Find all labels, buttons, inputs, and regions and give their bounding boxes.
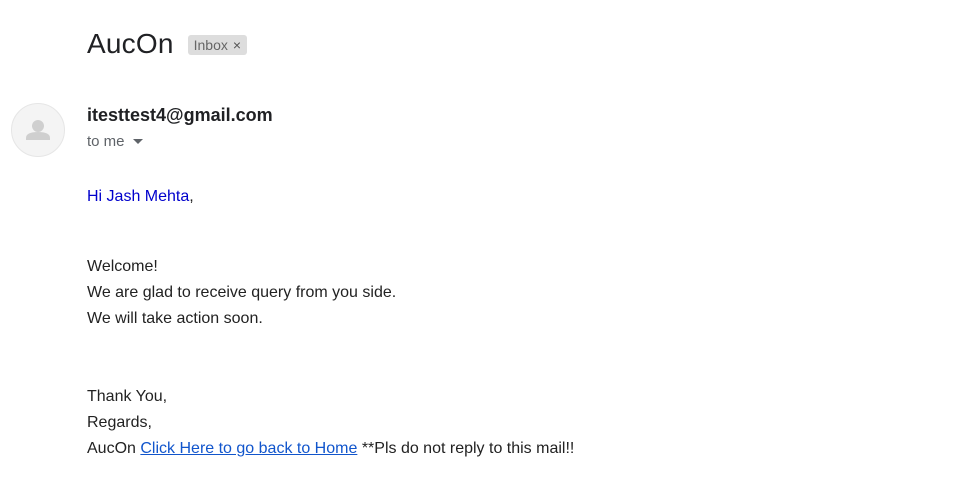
greeting-line: Hi Jash Mehta, [87,184,574,210]
avatar[interactable] [11,103,65,157]
email-subject: AucOn [87,28,174,59]
label-text: Inbox [193,36,228,53]
footer-note: **Pls do not reply to this mail!! [361,440,575,457]
greeting-punct: , [189,188,194,205]
recipient-details-toggle[interactable]: to me [87,133,143,150]
body-line-welcome: Welcome! [87,258,158,275]
sender-address[interactable]: itesttest4@gmail.com [87,105,273,126]
closing-thank-you: Thank You, [87,388,168,405]
body-line-glad: We are glad to receive query from you si… [87,284,397,301]
email-body: Hi Jash Mehta, Welcome! We are glad to r… [87,184,574,462]
subject-row: AucOn Inbox × [87,28,248,60]
person-icon [26,120,50,140]
signature-name: AucOn [87,440,136,457]
greeting-name: Hi Jash Mehta [87,188,190,205]
closing-regards: Regards, [87,414,152,431]
chevron-down-icon[interactable] [132,139,143,144]
body-line-action: We will take action soon. [87,310,263,327]
inbox-label-chip[interactable]: Inbox × [187,35,248,55]
recipient-text: to me [87,133,125,150]
remove-label-icon[interactable]: × [233,37,241,53]
email-view: AucOn Inbox × itesttest4@gmail.com to me… [0,0,964,489]
home-link[interactable]: Click Here to go back to Home [140,440,357,457]
signature-line: AucOn Click Here to go back to Home **Pl… [87,436,574,462]
